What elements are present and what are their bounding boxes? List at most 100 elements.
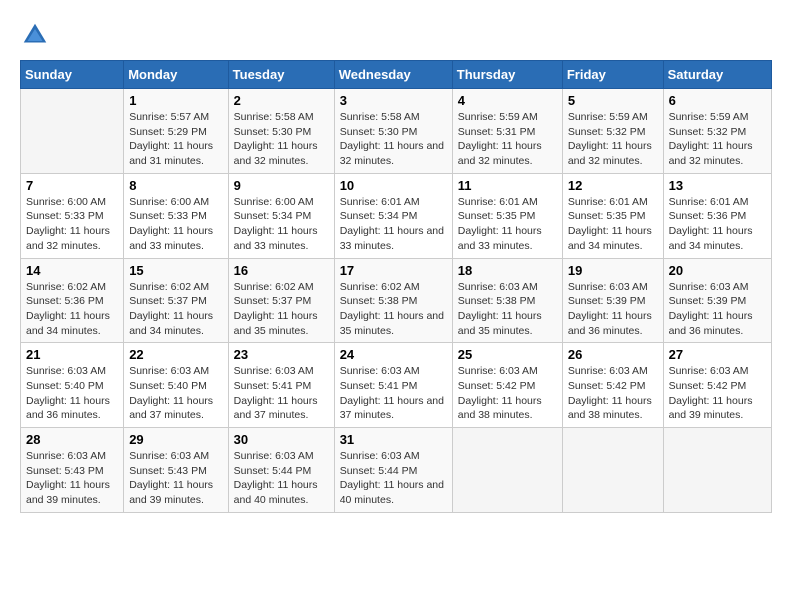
day-number: 5 bbox=[568, 93, 658, 108]
week-row-4: 21 Sunrise: 6:03 AM Sunset: 5:40 PM Dayli… bbox=[21, 343, 772, 428]
calendar-cell: 1 Sunrise: 5:57 AM Sunset: 5:29 PM Daylig… bbox=[124, 89, 228, 174]
day-number: 26 bbox=[568, 347, 658, 362]
calendar-cell: 20 Sunrise: 6:03 AM Sunset: 5:39 PM Dayli… bbox=[663, 258, 771, 343]
cell-info: Sunrise: 6:00 AM Sunset: 5:33 PM Dayligh… bbox=[129, 195, 222, 254]
day-number: 16 bbox=[234, 263, 329, 278]
cell-info: Sunrise: 6:00 AM Sunset: 5:34 PM Dayligh… bbox=[234, 195, 329, 254]
calendar-cell: 30 Sunrise: 6:03 AM Sunset: 5:44 PM Dayli… bbox=[228, 428, 334, 513]
calendar-cell: 11 Sunrise: 6:01 AM Sunset: 5:35 PM Dayli… bbox=[452, 173, 562, 258]
calendar-table: SundayMondayTuesdayWednesdayThursdayFrid… bbox=[20, 60, 772, 513]
calendar-cell: 10 Sunrise: 6:01 AM Sunset: 5:34 PM Dayli… bbox=[334, 173, 452, 258]
cell-info: Sunrise: 6:03 AM Sunset: 5:38 PM Dayligh… bbox=[458, 280, 557, 339]
cell-info: Sunrise: 6:03 AM Sunset: 5:43 PM Dayligh… bbox=[26, 449, 118, 508]
calendar-cell: 19Sunrise: 6:03 AM Sunset: 5:39 PM Dayli… bbox=[562, 258, 663, 343]
day-number: 10 bbox=[340, 178, 447, 193]
day-number: 1 bbox=[129, 93, 222, 108]
day-header-sunday: Sunday bbox=[21, 61, 124, 89]
calendar-cell: 6 Sunrise: 5:59 AM Sunset: 5:32 PM Daylig… bbox=[663, 89, 771, 174]
day-number: 24 bbox=[340, 347, 447, 362]
calendar-cell: 15 Sunrise: 6:02 AM Sunset: 5:37 PM Dayli… bbox=[124, 258, 228, 343]
cell-info: Sunrise: 6:00 AM Sunset: 5:33 PM Dayligh… bbox=[26, 195, 118, 254]
calendar-cell: 25 Sunrise: 6:03 AM Sunset: 5:42 PM Dayli… bbox=[452, 343, 562, 428]
week-row-2: 7Sunrise: 6:00 AM Sunset: 5:33 PM Daylig… bbox=[21, 173, 772, 258]
week-row-3: 14 Sunrise: 6:02 AM Sunset: 5:36 PM Dayli… bbox=[21, 258, 772, 343]
cell-info: Sunrise: 6:01 AM Sunset: 5:36 PM Dayligh… bbox=[669, 195, 766, 254]
calendar-cell: 12Sunrise: 6:01 AM Sunset: 5:35 PM Dayli… bbox=[562, 173, 663, 258]
day-header-friday: Friday bbox=[562, 61, 663, 89]
day-number: 30 bbox=[234, 432, 329, 447]
cell-info: Sunrise: 6:01 AM Sunset: 5:35 PM Dayligh… bbox=[458, 195, 557, 254]
calendar-cell: 27Sunrise: 6:03 AM Sunset: 5:42 PM Dayli… bbox=[663, 343, 771, 428]
cell-info: Sunrise: 6:03 AM Sunset: 5:43 PM Dayligh… bbox=[129, 449, 222, 508]
day-number: 4 bbox=[458, 93, 557, 108]
day-number: 6 bbox=[669, 93, 766, 108]
cell-info: Sunrise: 5:58 AM Sunset: 5:30 PM Dayligh… bbox=[340, 110, 447, 169]
calendar-cell bbox=[21, 89, 124, 174]
cell-info: Sunrise: 6:03 AM Sunset: 5:41 PM Dayligh… bbox=[340, 364, 447, 423]
day-number: 3 bbox=[340, 93, 447, 108]
day-number: 11 bbox=[458, 178, 557, 193]
cell-info: Sunrise: 6:02 AM Sunset: 5:37 PM Dayligh… bbox=[129, 280, 222, 339]
calendar-cell: 16 Sunrise: 6:02 AM Sunset: 5:37 PM Dayli… bbox=[228, 258, 334, 343]
day-number: 15 bbox=[129, 263, 222, 278]
cell-info: Sunrise: 5:57 AM Sunset: 5:29 PM Dayligh… bbox=[129, 110, 222, 169]
calendar-cell: 3 Sunrise: 5:58 AM Sunset: 5:30 PM Daylig… bbox=[334, 89, 452, 174]
day-number: 25 bbox=[458, 347, 557, 362]
calendar-cell: 17Sunrise: 6:02 AM Sunset: 5:38 PM Dayli… bbox=[334, 258, 452, 343]
calendar-cell: 4 Sunrise: 5:59 AM Sunset: 5:31 PM Daylig… bbox=[452, 89, 562, 174]
cell-info: Sunrise: 5:58 AM Sunset: 5:30 PM Dayligh… bbox=[234, 110, 329, 169]
day-number: 17 bbox=[340, 263, 447, 278]
day-number: 21 bbox=[26, 347, 118, 362]
calendar-cell: 2 Sunrise: 5:58 AM Sunset: 5:30 PM Daylig… bbox=[228, 89, 334, 174]
cell-info: Sunrise: 6:03 AM Sunset: 5:40 PM Dayligh… bbox=[26, 364, 118, 423]
calendar-cell bbox=[663, 428, 771, 513]
cell-info: Sunrise: 6:03 AM Sunset: 5:39 PM Dayligh… bbox=[669, 280, 766, 339]
header bbox=[20, 20, 772, 50]
calendar-cell: 14 Sunrise: 6:02 AM Sunset: 5:36 PM Dayli… bbox=[21, 258, 124, 343]
cell-info: Sunrise: 5:59 AM Sunset: 5:32 PM Dayligh… bbox=[568, 110, 658, 169]
calendar-cell: 24 Sunrise: 6:03 AM Sunset: 5:41 PM Dayli… bbox=[334, 343, 452, 428]
week-row-5: 28Sunrise: 6:03 AM Sunset: 5:43 PM Dayli… bbox=[21, 428, 772, 513]
day-number: 22 bbox=[129, 347, 222, 362]
day-number: 2 bbox=[234, 93, 329, 108]
day-number: 8 bbox=[129, 178, 222, 193]
day-number: 14 bbox=[26, 263, 118, 278]
day-header-wednesday: Wednesday bbox=[334, 61, 452, 89]
cell-info: Sunrise: 6:02 AM Sunset: 5:37 PM Dayligh… bbox=[234, 280, 329, 339]
day-number: 19 bbox=[568, 263, 658, 278]
logo-icon bbox=[20, 20, 50, 50]
cell-info: Sunrise: 6:03 AM Sunset: 5:44 PM Dayligh… bbox=[234, 449, 329, 508]
cell-info: Sunrise: 5:59 AM Sunset: 5:32 PM Dayligh… bbox=[669, 110, 766, 169]
calendar-cell: 13 Sunrise: 6:01 AM Sunset: 5:36 PM Dayli… bbox=[663, 173, 771, 258]
calendar-cell: 31 Sunrise: 6:03 AM Sunset: 5:44 PM Dayli… bbox=[334, 428, 452, 513]
cell-info: Sunrise: 5:59 AM Sunset: 5:31 PM Dayligh… bbox=[458, 110, 557, 169]
calendar-cell: 5 Sunrise: 5:59 AM Sunset: 5:32 PM Daylig… bbox=[562, 89, 663, 174]
cell-info: Sunrise: 6:01 AM Sunset: 5:34 PM Dayligh… bbox=[340, 195, 447, 254]
day-number: 27 bbox=[669, 347, 766, 362]
day-header-thursday: Thursday bbox=[452, 61, 562, 89]
day-header-saturday: Saturday bbox=[663, 61, 771, 89]
cell-info: Sunrise: 6:03 AM Sunset: 5:42 PM Dayligh… bbox=[458, 364, 557, 423]
calendar-cell bbox=[562, 428, 663, 513]
calendar-cell: 8 Sunrise: 6:00 AM Sunset: 5:33 PM Daylig… bbox=[124, 173, 228, 258]
day-number: 18 bbox=[458, 263, 557, 278]
cell-info: Sunrise: 6:03 AM Sunset: 5:41 PM Dayligh… bbox=[234, 364, 329, 423]
day-number: 31 bbox=[340, 432, 447, 447]
logo bbox=[20, 20, 54, 50]
calendar-cell: 7Sunrise: 6:00 AM Sunset: 5:33 PM Daylig… bbox=[21, 173, 124, 258]
cell-info: Sunrise: 6:03 AM Sunset: 5:44 PM Dayligh… bbox=[340, 449, 447, 508]
day-number: 29 bbox=[129, 432, 222, 447]
day-header-row: SundayMondayTuesdayWednesdayThursdayFrid… bbox=[21, 61, 772, 89]
calendar-cell: 22Sunrise: 6:03 AM Sunset: 5:40 PM Dayli… bbox=[124, 343, 228, 428]
day-number: 20 bbox=[669, 263, 766, 278]
calendar-cell: 23 Sunrise: 6:03 AM Sunset: 5:41 PM Dayli… bbox=[228, 343, 334, 428]
cell-info: Sunrise: 6:03 AM Sunset: 5:42 PM Dayligh… bbox=[568, 364, 658, 423]
day-number: 9 bbox=[234, 178, 329, 193]
cell-info: Sunrise: 6:02 AM Sunset: 5:36 PM Dayligh… bbox=[26, 280, 118, 339]
calendar-cell: 29 Sunrise: 6:03 AM Sunset: 5:43 PM Dayli… bbox=[124, 428, 228, 513]
day-number: 23 bbox=[234, 347, 329, 362]
calendar-cell: 9 Sunrise: 6:00 AM Sunset: 5:34 PM Daylig… bbox=[228, 173, 334, 258]
calendar-cell: 28Sunrise: 6:03 AM Sunset: 5:43 PM Dayli… bbox=[21, 428, 124, 513]
day-number: 13 bbox=[669, 178, 766, 193]
calendar-cell bbox=[452, 428, 562, 513]
